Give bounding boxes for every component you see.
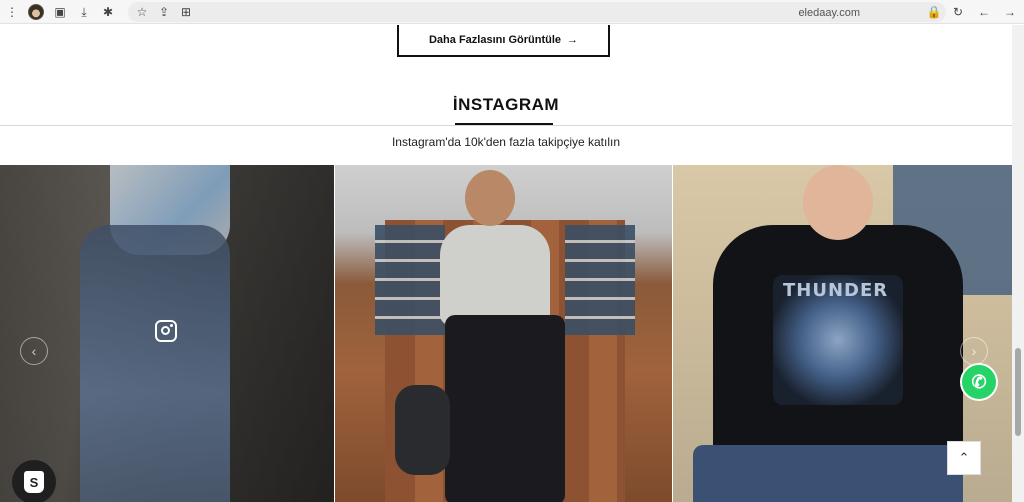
photo-jeans	[80, 225, 230, 502]
page-content: Daha Fazlasını Görüntüle → İNSTAGRAM Ins…	[0, 25, 1012, 502]
whatsapp-button[interactable]: ✆	[960, 363, 998, 401]
url-text[interactable]: eledaay.com	[798, 7, 860, 19]
carousel-prev-button[interactable]: ‹	[20, 337, 48, 365]
avatar[interactable]	[28, 4, 44, 20]
carousel-next-button[interactable]: ›	[960, 337, 988, 365]
instagram-icon	[155, 320, 177, 342]
lock-icon[interactable]: 🔒	[926, 4, 942, 20]
photo-backpack	[395, 385, 450, 475]
browser-toolbar: ⋮ ▣ ⤓ ✱ ☆ ⇪ ⊞ eledaay.com 🔒 ↻ ← →	[0, 0, 1024, 24]
instagram-post-2[interactable]	[335, 165, 672, 502]
instagram-gallery: THUNDER ‹ ›	[0, 165, 1012, 502]
star-icon[interactable]: ☆	[134, 4, 150, 20]
shopify-icon: S	[24, 471, 44, 493]
whatsapp-icon: ✆	[971, 371, 987, 392]
reload-icon[interactable]: ↻	[950, 4, 966, 20]
toolbar-left-group: ⋮ ▣ ⤓ ✱	[4, 4, 116, 20]
photo-head	[803, 165, 873, 240]
translate-icon[interactable]: ⊞	[178, 4, 194, 20]
instagram-post-1[interactable]	[0, 165, 334, 502]
shirt-print-text: THUNDER	[783, 280, 889, 301]
photo-window	[375, 225, 445, 335]
scrollbar-thumb[interactable]	[1015, 348, 1021, 436]
view-more-label: Daha Fazlasını Görüntüle	[428, 34, 562, 46]
share-icon[interactable]: ⇪	[156, 4, 172, 20]
extensions-icon[interactable]: ✱	[100, 4, 116, 20]
view-more-button[interactable]: Daha Fazlasını Görüntüle →	[397, 25, 610, 57]
chevron-up-icon: ⌃	[958, 450, 970, 465]
back-icon[interactable]: ←	[976, 4, 992, 20]
photo-pants	[445, 315, 565, 502]
shopify-button[interactable]: S	[12, 460, 56, 502]
scroll-to-top-button[interactable]: ⌃	[947, 441, 981, 475]
divider	[0, 125, 1012, 126]
photo-shirt	[440, 225, 550, 325]
section-title: İNSTAGRAM	[452, 95, 560, 114]
menu-dots-icon[interactable]: ⋮	[4, 4, 20, 20]
toolbar-right-group: ↻ ← →	[950, 4, 1018, 20]
scrollbar[interactable]	[1012, 25, 1024, 502]
section-subtitle: Instagram'da 10k'den fazla takipçiye kat…	[391, 135, 621, 149]
photo-jeans	[693, 445, 963, 502]
download-icon[interactable]: ⤓	[76, 4, 92, 20]
photo-window	[565, 225, 635, 335]
sidebar-icon[interactable]: ▣	[52, 4, 68, 20]
shopify-letter: S	[29, 474, 39, 490]
address-bar[interactable]: ☆ ⇪ ⊞ eledaay.com 🔒	[128, 2, 946, 22]
forward-icon[interactable]: →	[1002, 4, 1018, 20]
photo-head	[465, 170, 515, 226]
arrow-right-icon: →	[567, 34, 579, 46]
